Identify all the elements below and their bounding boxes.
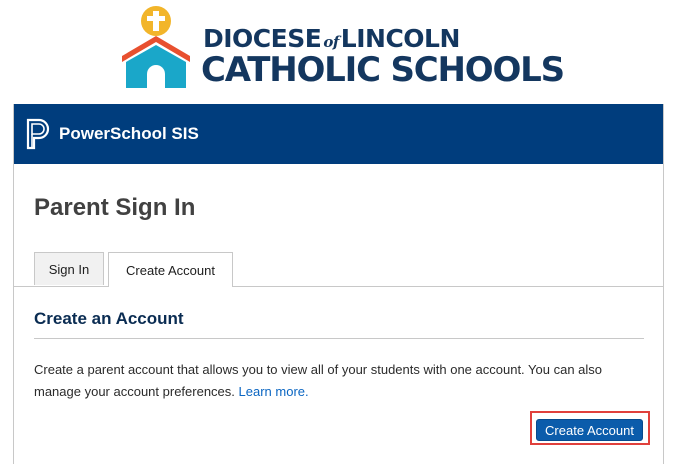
header-bar: PowerSchool SIS	[14, 104, 663, 164]
description-text: Create a parent account that allows you …	[34, 362, 603, 399]
powerschool-logo-icon	[26, 118, 50, 150]
tab-bar: Sign In Create Account	[14, 252, 663, 287]
logo-title-line2: CATHOLIC SCHOOLS	[201, 50, 565, 90]
tab-create-account[interactable]: Create Account	[108, 252, 233, 287]
school-house-cross-icon	[122, 6, 190, 88]
create-account-description: Create a parent account that allows you …	[34, 359, 634, 403]
app-name: PowerSchool SIS	[59, 124, 199, 143]
school-logo: DIOCESE ofLINCOLN CATHOLIC SCHOOLS	[0, 0, 673, 96]
learn-more-link[interactable]: Learn more.	[239, 384, 309, 399]
logo-title-line1: DIOCESE ofLINCOLN	[203, 24, 460, 53]
section-divider	[34, 338, 644, 339]
sign-in-card: PowerSchool SIS Parent Sign In Sign In C…	[13, 104, 664, 464]
page-title: Parent Sign In	[34, 194, 196, 221]
tab-sign-in[interactable]: Sign In	[34, 252, 104, 285]
section-title: Create an Account	[34, 309, 184, 328]
create-account-button[interactable]: Create Account	[536, 419, 643, 441]
